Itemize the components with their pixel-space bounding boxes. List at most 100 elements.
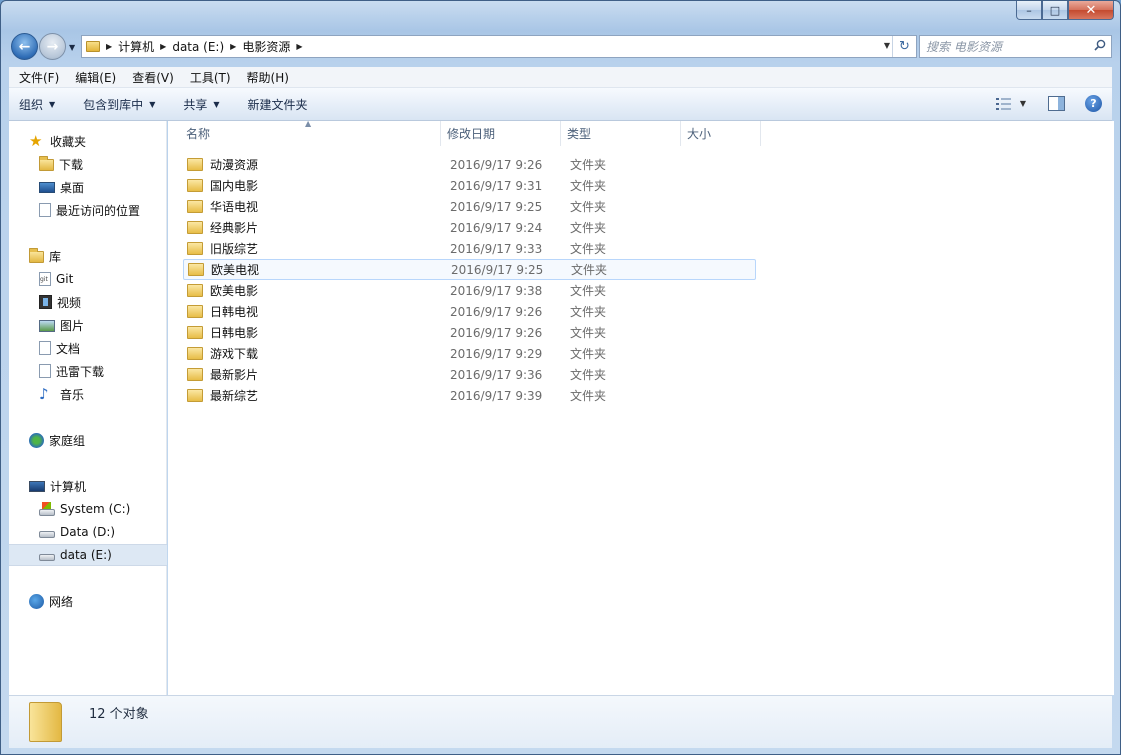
file-type: 文件夹 xyxy=(570,221,607,235)
include-in-library-button[interactable]: 包含到库中 ▼ xyxy=(83,96,155,113)
address-bar[interactable]: ▶ 计算机 ▶ data (E:) ▶ 电影资源 ▶ ▼ ↻ xyxy=(81,35,917,58)
nav-pictures[interactable]: 图片 xyxy=(9,314,167,336)
file-name: 欧美电视 xyxy=(211,263,260,277)
folder-icon xyxy=(86,41,100,52)
organize-button[interactable]: 组织 ▼ xyxy=(19,96,55,113)
chevron-down-icon: ▼ xyxy=(49,99,56,109)
file-modified: 2016/9/17 9:26 xyxy=(450,304,543,319)
file-row[interactable]: 经典影片 2016/9/17 9:24 文件夹 xyxy=(183,217,756,238)
chevron-right-icon[interactable]: ▶ xyxy=(296,42,302,51)
music-note-icon: ♪ xyxy=(39,385,49,403)
menu-bar: 文件(F) 编辑(E) 查看(V) 工具(T) 帮助(H) xyxy=(9,67,1112,88)
command-bar-right: ▼ ? xyxy=(995,95,1102,112)
include-in-library-label: 包含到库中 xyxy=(83,97,144,112)
nav-favorites[interactable]: ★ 收藏夹 xyxy=(9,130,167,152)
file-row[interactable]: 日韩电视 2016/9/17 9:26 文件夹 xyxy=(183,301,756,322)
nav-label: 下载 xyxy=(59,157,84,172)
search-input[interactable]: 搜索 电影资源 xyxy=(919,35,1112,58)
new-folder-label: 新建文件夹 xyxy=(247,97,308,112)
file-name: 最新影片 xyxy=(210,368,259,382)
nav-xunlei-downloads[interactable]: 迅雷下载 xyxy=(9,360,167,382)
menu-help[interactable]: 帮助(H) xyxy=(239,69,297,86)
nav-network[interactable]: 网络 xyxy=(9,590,167,612)
view-options-dropdown-icon[interactable]: ▼ xyxy=(1020,99,1026,108)
forward-button[interactable]: → xyxy=(39,33,66,60)
nav-label: 网络 xyxy=(49,594,74,609)
nav-music[interactable]: ♪ 音乐 xyxy=(9,383,167,405)
nav-libraries[interactable]: 库 xyxy=(9,245,167,267)
nav-documents[interactable]: 文档 xyxy=(9,337,167,359)
search-placeholder: 搜索 电影资源 xyxy=(926,40,1002,54)
refresh-icon[interactable]: ↻ xyxy=(892,36,916,57)
help-icon[interactable]: ? xyxy=(1085,95,1102,112)
nav-label: 库 xyxy=(49,249,62,264)
file-name: 日韩电影 xyxy=(210,326,259,340)
menu-file[interactable]: 文件(F) xyxy=(11,69,67,86)
file-row[interactable]: 欧美电影 2016/9/17 9:38 文件夹 xyxy=(183,280,756,301)
nav-drive-e[interactable]: data (E:) xyxy=(9,544,167,566)
file-row[interactable]: 动漫资源 2016/9/17 9:26 文件夹 xyxy=(183,154,756,175)
file-type: 文件夹 xyxy=(570,284,607,298)
chevron-right-icon[interactable]: ▶ xyxy=(106,42,112,51)
file-name: 最新综艺 xyxy=(210,389,259,403)
nav-recent-places[interactable]: 最近访问的位置 xyxy=(9,199,167,221)
column-header-type[interactable]: 类型 xyxy=(561,121,681,146)
video-icon xyxy=(39,295,52,309)
new-folder-button[interactable]: 新建文件夹 xyxy=(248,96,308,113)
file-row-hovered[interactable]: 欧美电视 2016/9/17 9:25 文件夹 xyxy=(183,259,756,280)
address-history-dropdown-icon[interactable]: ▼ xyxy=(884,41,890,50)
column-header-label: 名称 xyxy=(186,127,211,141)
nav-git[interactable]: Git xyxy=(9,268,167,290)
nav-drive-d[interactable]: Data (D:) xyxy=(9,521,167,543)
chevron-right-icon[interactable]: ▶ xyxy=(230,42,236,51)
file-type: 文件夹 xyxy=(570,389,607,403)
minimize-button[interactable]: – xyxy=(1016,1,1042,20)
menu-tools[interactable]: 工具(T) xyxy=(182,69,239,86)
preview-pane-icon[interactable] xyxy=(1048,96,1065,111)
nav-videos[interactable]: 视频 xyxy=(9,291,167,313)
nav-label: 收藏夹 xyxy=(50,134,87,149)
column-header-label: 大小 xyxy=(687,127,712,141)
folder-icon xyxy=(187,389,203,402)
share-label: 共享 xyxy=(183,97,208,112)
nav-desktop[interactable]: 桌面 xyxy=(9,176,167,198)
recent-pages-dropdown-icon[interactable]: ▼ xyxy=(69,43,75,52)
file-modified: 2016/9/17 9:25 xyxy=(450,199,543,214)
folder-icon xyxy=(187,221,203,234)
nav-drive-c[interactable]: System (C:) xyxy=(9,498,167,520)
folder-icon xyxy=(187,284,203,297)
change-view-icon[interactable] xyxy=(995,97,1012,111)
back-button[interactable]: ← xyxy=(11,33,38,60)
file-type: 文件夹 xyxy=(570,347,607,361)
file-row[interactable]: 游戏下载 2016/9/17 9:29 文件夹 xyxy=(183,343,756,364)
document-icon xyxy=(39,341,51,355)
nav-downloads[interactable]: 下载 xyxy=(9,153,167,175)
share-button[interactable]: 共享 ▼ xyxy=(183,96,219,113)
column-header-modified[interactable]: 修改日期 xyxy=(441,121,561,146)
chevron-right-icon[interactable]: ▶ xyxy=(160,42,166,51)
search-icon[interactable] xyxy=(1094,39,1106,51)
breadcrumb-computer[interactable]: 计算机 xyxy=(118,38,154,55)
file-row[interactable]: 国内电影 2016/9/17 9:31 文件夹 xyxy=(183,175,756,196)
file-row[interactable]: 旧版综艺 2016/9/17 9:33 文件夹 xyxy=(183,238,756,259)
close-button[interactable]: ✕ xyxy=(1068,1,1114,20)
network-icon xyxy=(29,593,44,609)
nav-computer[interactable]: 计算机 xyxy=(9,475,167,497)
file-modified: 2016/9/17 9:26 xyxy=(450,325,543,340)
file-row[interactable]: 日韩电影 2016/9/17 9:26 文件夹 xyxy=(183,322,756,343)
file-row[interactable]: 华语电视 2016/9/17 9:25 文件夹 xyxy=(183,196,756,217)
file-row[interactable]: 最新影片 2016/9/17 9:36 文件夹 xyxy=(183,364,756,385)
back-arrow-icon: ← xyxy=(18,38,31,55)
file-row[interactable]: 最新综艺 2016/9/17 9:39 文件夹 xyxy=(183,385,756,406)
maximize-button[interactable]: □ xyxy=(1042,1,1068,20)
nav-label: 家庭组 xyxy=(49,433,86,448)
desktop-icon xyxy=(39,182,55,193)
menu-edit[interactable]: 编辑(E) xyxy=(67,69,124,86)
breadcrumb-current-folder[interactable]: 电影资源 xyxy=(242,38,290,55)
nav-homegroup[interactable]: 家庭组 xyxy=(9,429,167,451)
breadcrumb-drive-e[interactable]: data (E:) xyxy=(172,40,224,54)
column-header-size[interactable]: 大小 xyxy=(681,121,761,146)
menu-view[interactable]: 查看(V) xyxy=(124,69,182,86)
hard-drive-icon xyxy=(39,531,55,538)
column-header-name[interactable]: 名称 xyxy=(180,121,441,146)
